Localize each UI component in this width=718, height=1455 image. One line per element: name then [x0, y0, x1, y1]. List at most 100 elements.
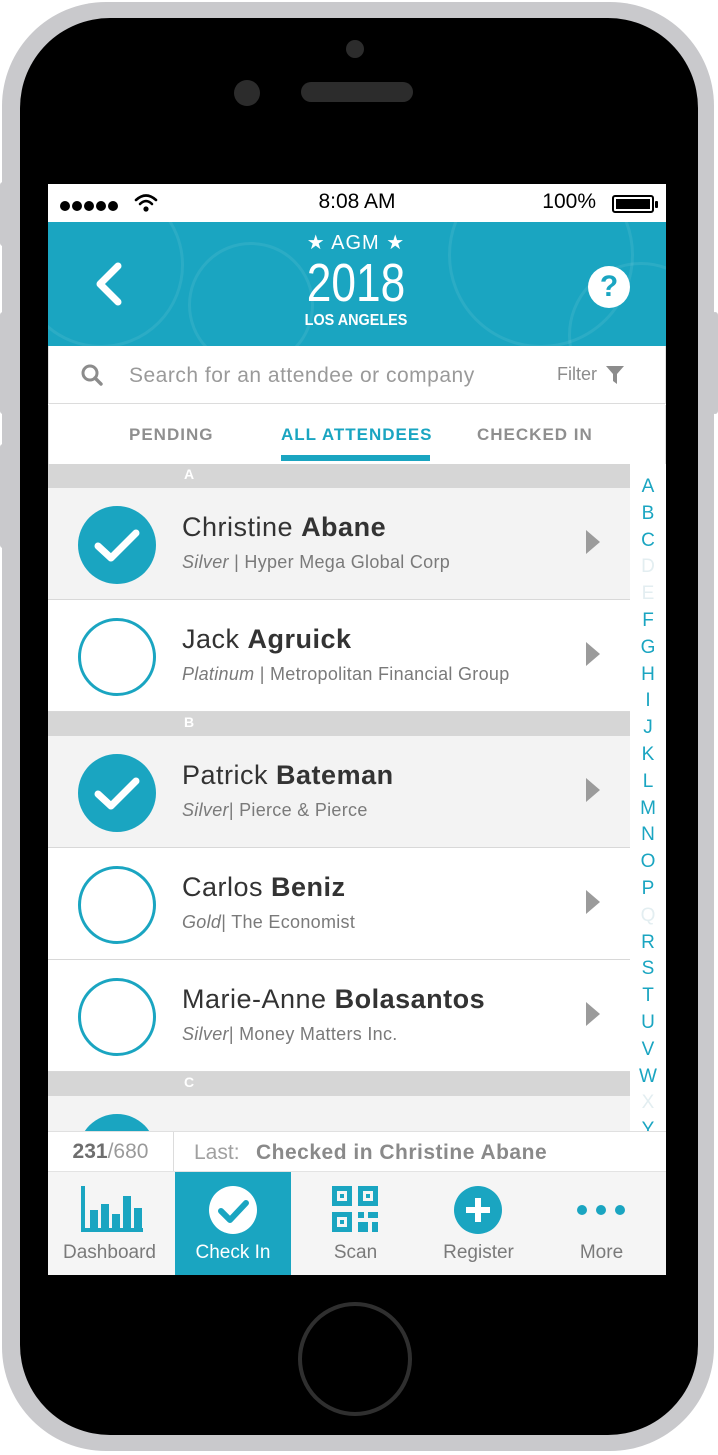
- tabbar-dashboard[interactable]: Dashboard: [48, 1172, 171, 1275]
- chevron-right-icon[interactable]: [586, 642, 600, 666]
- last-checkin-value: Checked in Christine Abane: [256, 1141, 548, 1164]
- back-arrow-icon[interactable]: [90, 260, 130, 308]
- front-camera: [234, 80, 260, 106]
- attendee-meta: Gold| The Economist: [182, 912, 356, 932]
- alphabet-index-letter[interactable]: G: [630, 635, 666, 662]
- tabbar-label: More: [579, 1242, 624, 1263]
- tabbar-scan[interactable]: Scan: [294, 1172, 417, 1275]
- section-header-c: C: [48, 1072, 630, 1096]
- checkmark-icon: [94, 529, 140, 562]
- chevron-right-icon[interactable]: [586, 1002, 600, 1026]
- alphabet-index-letter[interactable]: R: [630, 930, 666, 957]
- alphabet-index-letter[interactable]: F: [630, 608, 666, 635]
- attendee-name: Carlos Beniz: [182, 872, 346, 902]
- battery-percentage: 100%: [542, 190, 596, 213]
- checked-in-toggle[interactable]: [78, 754, 156, 832]
- attendee-row[interactable]: Jack Agruick Platinum | Metropolitan Fin…: [48, 600, 630, 712]
- tabbar-label: Dashboard: [63, 1242, 156, 1263]
- alphabet-index-letter[interactable]: E: [630, 581, 666, 608]
- chevron-right-icon[interactable]: [586, 530, 600, 554]
- check-in-toggle[interactable]: [78, 866, 156, 944]
- more-dots-icon: [577, 1205, 625, 1215]
- alphabet-index-letter[interactable]: X: [630, 1090, 666, 1117]
- filter-button[interactable]: Filter: [557, 364, 625, 385]
- attendee-name: Patrick Bateman: [182, 760, 394, 790]
- mute-switch: [0, 182, 6, 246]
- attendee-meta: Silver| Pierce & Pierce: [182, 800, 368, 820]
- attendee-row[interactable]: Patrick Bateman Silver| Pierce & Pierce: [48, 736, 630, 848]
- tab-checked-in[interactable]: CHECKED IN: [477, 425, 593, 445]
- logo-city: LOS ANGELES: [304, 312, 408, 329]
- chevron-right-icon[interactable]: [586, 890, 600, 914]
- help-icon[interactable]: ?: [588, 266, 630, 308]
- event-logo: ★ AGM ★ 2018 LOS ANGELES: [286, 230, 426, 338]
- alphabet-index-letter[interactable]: M: [630, 796, 666, 823]
- battery-icon: [612, 195, 658, 213]
- alphabet-index-letter[interactable]: S: [630, 956, 666, 983]
- home-button[interactable]: [298, 1302, 412, 1416]
- attendee-name: Christine Abane: [182, 512, 387, 542]
- check-in-toggle[interactable]: [78, 618, 156, 696]
- alphabet-index-letter[interactable]: N: [630, 822, 666, 849]
- section-header-a: A: [48, 464, 630, 488]
- search-input[interactable]: [127, 358, 531, 394]
- alphabet-index-letter[interactable]: H: [630, 662, 666, 689]
- logo-year: 2018: [306, 253, 406, 313]
- alphabet-index-letter[interactable]: I: [630, 688, 666, 715]
- bar-chart-icon: [81, 1186, 143, 1232]
- attendee-list: A Christine Abane Silver | Hyper Mega Gl…: [48, 464, 630, 1208]
- filter-label: Filter: [557, 364, 597, 384]
- check-in-status-bar: 231/680 Last: Checked in Christine Abane: [48, 1131, 666, 1172]
- tabbar-more[interactable]: More: [540, 1172, 663, 1275]
- alphabet-index-letter[interactable]: Q: [630, 903, 666, 930]
- search-icon: [81, 364, 103, 386]
- tabbar-check-in[interactable]: Check In: [175, 1172, 291, 1275]
- section-header-b: B: [48, 712, 630, 736]
- check-circle-icon: [209, 1186, 257, 1234]
- attendee-meta: Silver| Money Matters Inc.: [182, 1024, 398, 1044]
- alphabet-index-letter[interactable]: D: [630, 554, 666, 581]
- alphabet-index-letter[interactable]: T: [630, 983, 666, 1010]
- alphabet-index-letter[interactable]: W: [630, 1064, 666, 1091]
- bottom-tab-bar: Dashboard Check In Scan Register More: [48, 1171, 666, 1275]
- alphabet-index-letter[interactable]: L: [630, 769, 666, 796]
- attendee-tabs: PENDING ALL ATTENDEES CHECKED IN: [48, 405, 666, 464]
- alphabet-index-letter[interactable]: J: [630, 715, 666, 742]
- alphabet-index-letter[interactable]: A: [630, 474, 666, 501]
- tab-pending[interactable]: PENDING: [129, 425, 213, 445]
- attendee-name: Jack Agruick: [182, 624, 352, 654]
- plus-circle-icon: [454, 1186, 502, 1234]
- alphabet-index-letter[interactable]: U: [630, 1010, 666, 1037]
- tabbar-register[interactable]: Register: [417, 1172, 540, 1275]
- attendee-meta: Silver | Hyper Mega Global Corp: [182, 552, 451, 572]
- tabbar-label: Register: [443, 1242, 514, 1263]
- app-screen: 8:08 AM 100% ★ AGM ★ 2018 LOS ANGELES ? …: [48, 184, 666, 1275]
- attendee-meta: Platinum | Metropolitan Financial Group: [182, 664, 510, 684]
- alphabet-index[interactable]: ABCDEFGHIJKLMNOPQRSTUVWXYZ: [630, 474, 666, 1171]
- checkmark-icon: [94, 777, 140, 810]
- attendee-row[interactable]: Christine Abane Silver | Hyper Mega Glob…: [48, 488, 630, 600]
- check-in-count: 231/680: [48, 1132, 174, 1172]
- chevron-right-icon[interactable]: [586, 778, 600, 802]
- tabbar-label: Check In: [195, 1242, 271, 1263]
- app-header: ★ AGM ★ 2018 LOS ANGELES ?: [48, 222, 666, 346]
- volume-up-button: [0, 312, 6, 414]
- attendee-row[interactable]: Carlos Beniz Gold| The Economist: [48, 848, 630, 960]
- tabbar-label: Scan: [333, 1242, 378, 1263]
- qr-code-icon: [332, 1186, 378, 1232]
- active-tab-indicator: [281, 455, 430, 461]
- check-in-toggle[interactable]: [78, 978, 156, 1056]
- alphabet-index-letter[interactable]: C: [630, 528, 666, 555]
- alphabet-index-letter[interactable]: V: [630, 1037, 666, 1064]
- search-bar: Filter: [48, 346, 666, 404]
- alphabet-index-letter[interactable]: K: [630, 742, 666, 769]
- tab-all-attendees[interactable]: ALL ATTENDEES: [281, 425, 433, 445]
- alphabet-index-letter[interactable]: B: [630, 501, 666, 528]
- alphabet-index-letter[interactable]: O: [630, 849, 666, 876]
- checked-in-toggle[interactable]: [78, 506, 156, 584]
- volume-down-button: [0, 444, 6, 548]
- alphabet-index-letter[interactable]: P: [630, 876, 666, 903]
- attendee-row[interactable]: Marie-Anne Bolasantos Silver| Money Matt…: [48, 960, 630, 1072]
- earpiece-speaker: [301, 82, 413, 102]
- status-bar: 8:08 AM 100%: [48, 184, 666, 222]
